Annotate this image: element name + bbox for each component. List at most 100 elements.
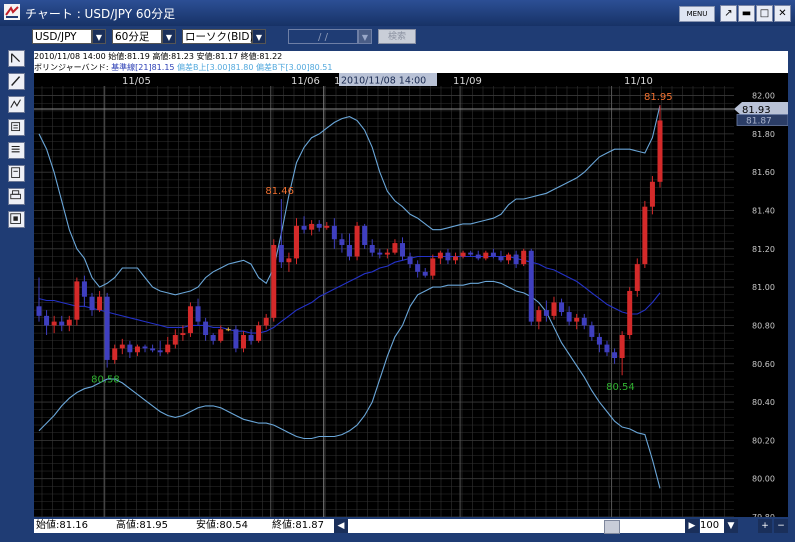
candle-body	[543, 310, 549, 316]
pair-select[interactable]: USD/JPY	[32, 29, 92, 44]
tool-sidebar	[6, 50, 28, 230]
scrollbar-thumb[interactable]	[604, 520, 620, 534]
ohlc-info-line: 2010/11/08 14:00 始値:81.19 高値:81.23 安値:81…	[34, 51, 788, 62]
price-tick-label: 80.60	[752, 360, 775, 369]
candle-body	[316, 223, 322, 228]
date-axis: 11/05 11/06 11/09 11/101 2010/11/08 14:00	[34, 73, 734, 87]
candle-body	[240, 335, 246, 349]
maximize-button[interactable]: □	[756, 5, 773, 22]
price-type-select[interactable]: ローソク(BID)	[182, 29, 254, 44]
pen-tool-icon[interactable]	[8, 73, 25, 90]
candle-body	[642, 206, 648, 265]
candle-body	[59, 321, 65, 326]
candle-body	[377, 252, 383, 255]
app-logo-icon	[4, 4, 20, 20]
candle-body	[127, 344, 133, 353]
candle-body	[286, 258, 292, 263]
candle-body	[157, 350, 163, 353]
date-dropdown-icon[interactable]: ▼	[358, 29, 372, 44]
candle-body	[498, 256, 504, 261]
zoom-dropdown-icon[interactable]: ▼	[724, 519, 738, 533]
price-tick-label: 81.00	[752, 283, 775, 292]
status-bar: 始値:81.16 高値:81.95 安値:80.54 終値:81.87	[34, 519, 334, 533]
price-type-dropdown-icon[interactable]: ▼	[252, 29, 266, 44]
candle-body	[528, 250, 534, 322]
date-tick-label: 11/09	[453, 76, 482, 87]
price-chart[interactable]: 79.80 80.00 80.20 80.40 80.60 80.80 81.00 81.20…	[34, 73, 788, 517]
candle-body	[36, 306, 42, 316]
maximize-icon: □	[759, 8, 770, 19]
candle-body	[89, 296, 95, 311]
zoom-out-button[interactable]: −	[774, 519, 788, 533]
candle-body	[44, 315, 50, 326]
zoom-select[interactable]: 100	[700, 519, 724, 533]
zoom-in-button[interactable]: +	[758, 519, 772, 533]
candle-body	[566, 312, 572, 322]
price-tick-label: 80.80	[752, 321, 775, 330]
candle-body	[513, 254, 519, 265]
pair-dropdown-icon[interactable]: ▼	[92, 29, 106, 44]
status-high: 高値:81.95	[116, 520, 168, 531]
toolbar: USD/JPY ▼ 60分足 ▼ ローソク(BID) ▼ / / ▼ 検索	[0, 26, 795, 48]
candle-body	[165, 344, 171, 353]
candle-body	[324, 225, 330, 228]
minimize-icon: ▬	[741, 8, 752, 19]
price-tick-label: 80.20	[752, 436, 775, 445]
candle-body	[112, 348, 118, 360]
price-tick-label: 80.40	[752, 398, 775, 407]
candle-body	[445, 252, 451, 261]
detach-icon: ↗	[724, 8, 733, 19]
title-bar[interactable]: チャート : USD/JPY 60分足 MENU ↗ ▬ □ ✕	[0, 0, 795, 26]
candle-body	[604, 344, 610, 353]
candle-body	[468, 252, 474, 255]
horizontal-scrollbar[interactable]	[348, 519, 685, 534]
menu-label: MENU	[686, 10, 708, 18]
price-tick-label: 81.80	[752, 130, 775, 139]
candle-body	[66, 319, 72, 326]
trendline-tool-icon[interactable]	[8, 96, 25, 113]
search-button[interactable]: 検索	[378, 29, 416, 44]
price-tick-label: 80.00	[752, 475, 775, 484]
bollinger-base-value: 基準線[21]81.15	[111, 63, 175, 72]
scroll-right-icon[interactable]: ▶	[685, 519, 699, 533]
cursor-tool-icon[interactable]	[8, 50, 25, 67]
bollinger-label: ボリンジャーバンド:	[34, 63, 109, 72]
candle-body	[506, 254, 512, 261]
high-price-label: 81.46	[265, 186, 294, 197]
detach-button[interactable]: ↗	[720, 5, 737, 22]
interval-dropdown-icon[interactable]: ▼	[162, 29, 176, 44]
list-tool-icon[interactable]	[8, 142, 25, 159]
indicator-tool-icon[interactable]	[8, 119, 25, 136]
price-tick-label: 81.60	[752, 168, 775, 177]
bollinger-upper-value: 偏差B上[3.00]81.80	[177, 63, 254, 72]
scroll-left-icon[interactable]: ◀	[334, 519, 348, 533]
candle-body	[331, 225, 337, 240]
candle-body	[596, 336, 602, 345]
candle-body	[612, 352, 618, 359]
print-tool-icon[interactable]	[8, 188, 25, 205]
menu-button[interactable]: MENU	[679, 6, 715, 22]
candle-body	[51, 321, 57, 326]
candle-body	[271, 244, 277, 318]
candle-body	[649, 181, 655, 207]
candle-body	[430, 258, 436, 276]
candle-body	[119, 344, 125, 349]
candle-body	[278, 244, 284, 263]
candle-body	[248, 335, 254, 341]
minimize-button[interactable]: ▬	[738, 5, 755, 22]
price-tick-label: 81.20	[752, 245, 775, 254]
price-tick-label: 79.80	[752, 513, 775, 517]
candle-body	[627, 290, 633, 336]
candle-body	[218, 329, 224, 341]
interval-select[interactable]: 60分足	[112, 29, 162, 44]
candle-body	[475, 254, 481, 259]
window-tool-icon[interactable]	[8, 211, 25, 228]
candle-body	[574, 317, 580, 322]
candle-body	[203, 321, 209, 336]
date-input[interactable]: / /	[288, 29, 358, 44]
candle-body	[536, 310, 542, 322]
candle-body	[521, 250, 527, 265]
close-button[interactable]: ✕	[774, 5, 791, 22]
candle-body	[187, 306, 193, 334]
document-tool-icon[interactable]	[8, 165, 25, 182]
